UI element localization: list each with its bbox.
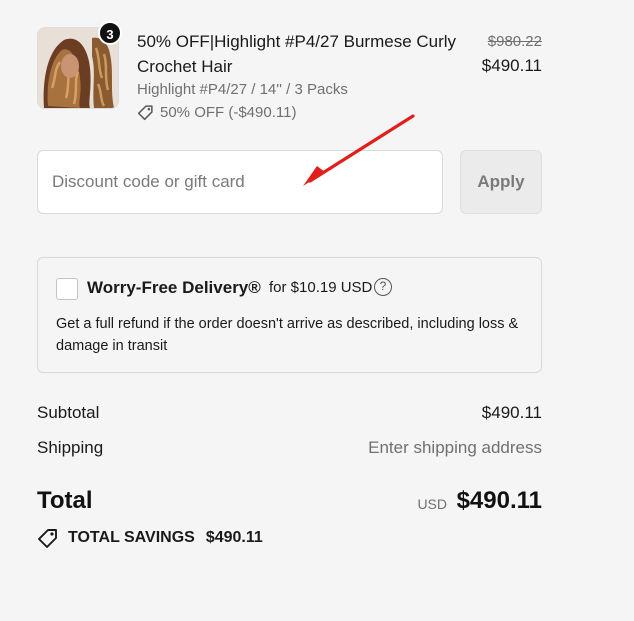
annotation-arrow-icon: [303, 114, 415, 186]
product-discount-label: 50% OFF (-$490.11): [160, 104, 297, 121]
original-price: $980.22: [487, 33, 542, 50]
worry-free-delivery-price: for $10.19 USD: [269, 279, 373, 296]
product-discount: 50% OFF (-$490.11): [137, 104, 296, 121]
tag-icon: [137, 105, 153, 121]
product-price: $490.11: [481, 56, 542, 75]
worry-free-delivery-title: Worry-Free Delivery®: [87, 278, 261, 297]
product-title: 50% OFF|Highlight #P4/27 Burmese Curly C…: [137, 32, 457, 76]
subtotal-label: Subtotal: [37, 403, 100, 422]
total-currency: USD: [417, 496, 447, 512]
worry-free-delivery-checkbox[interactable]: [56, 278, 78, 300]
total-value: $490.11: [456, 487, 542, 514]
worry-free-delivery-panel: Worry-Free Delivery® for $10.19 USD ? Ge…: [37, 257, 542, 373]
worry-free-delivery-description: Get a full refund if the order doesn't a…: [56, 316, 519, 354]
help-icon[interactable]: ?: [374, 278, 392, 296]
total-savings-label: TOTAL SAVINGS: [68, 529, 195, 546]
subtotal-value: $490.11: [481, 403, 542, 422]
apply-button[interactable]: Apply: [460, 150, 542, 214]
quantity-badge: 3: [98, 21, 122, 45]
line-item: 3 50% OFF|Highlight #P4/27 Burmese Curly…: [37, 21, 542, 126]
product-variant: Highlight #P4/27 / 14'' / 3 Packs: [137, 81, 348, 98]
total-savings: TOTAL SAVINGS $490.11: [37, 528, 263, 548]
total-label: Total: [37, 487, 93, 514]
shipping-value: Enter shipping address: [368, 438, 542, 457]
total-savings-value: $490.11: [205, 529, 263, 546]
shipping-label: Shipping: [37, 438, 104, 457]
savings-tag-icon: [38, 529, 57, 548]
